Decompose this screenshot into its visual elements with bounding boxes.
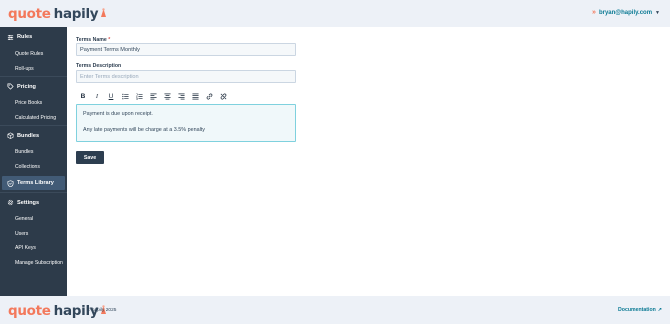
sidebar-item-roll-ups[interactable]: Roll-ups [0, 62, 67, 77]
main-content: Terms Name * Terms Description B I U [67, 27, 670, 296]
gear-icon [6, 199, 14, 207]
sidebar-section-label: Terms Library [17, 180, 54, 186]
link-button[interactable] [202, 92, 216, 101]
terms-rich-text-editor[interactable]: Payment is due upon receipt. Any late pa… [76, 104, 296, 142]
user-menu[interactable]: » bryan@hapily.com ▼ [592, 9, 660, 16]
sidebar-item-manage-subscription[interactable]: Manage Subscription [0, 256, 67, 271]
sidebar-section-bundles[interactable]: Bundles [0, 125, 67, 145]
numbered-list-icon [135, 93, 143, 100]
align-right-button[interactable] [174, 92, 188, 101]
footer: quote hapily © hapily 2025 Documentation… [0, 296, 670, 324]
sidebar-item-general[interactable]: General [0, 212, 67, 227]
sidebar-section-terms-library[interactable]: Terms Library [2, 176, 65, 190]
sidebar-item-quote-rules[interactable]: Quote Rules [0, 47, 67, 62]
unlink-icon [220, 93, 226, 100]
align-justify-icon [191, 93, 199, 100]
align-justify-button[interactable] [188, 92, 202, 101]
top-bar: quote hapily » bryan@hapily.com ▼ [0, 0, 670, 27]
align-center-icon [163, 93, 171, 100]
chevron-down-icon: ▼ [655, 9, 660, 16]
copyright-text: © hapily 2025 [87, 308, 117, 313]
align-left-button[interactable] [146, 92, 160, 101]
bold-button[interactable]: B [76, 92, 90, 101]
quote-hapily-logo[interactable]: quote hapily [8, 6, 107, 22]
sidebar-section-label: Rules [17, 34, 33, 40]
sidebar-section-label: Settings [17, 199, 40, 206]
underline-glyph: U [108, 93, 114, 100]
sidebar-section-label: Pricing [17, 83, 36, 90]
user-email: bryan@hapily.com [598, 9, 653, 16]
logo-word-hapily: hapily [53, 6, 99, 22]
terms-description-label: Terms Description [76, 63, 122, 69]
bold-glyph: B [80, 93, 86, 100]
sidebar-section-rules[interactable]: Rules [0, 27, 67, 47]
editor-toolbar: B I U [76, 92, 230, 101]
editor-line: Payment is due upon receipt. [83, 111, 153, 117]
underline-button[interactable]: U [104, 92, 118, 101]
link-icon [206, 93, 212, 100]
unlink-button[interactable] [216, 92, 230, 101]
sidebar-section-label: Bundles [17, 132, 40, 139]
shield-icon [6, 179, 14, 187]
sidebar-item-users[interactable]: Users [0, 227, 67, 242]
terms-name-input[interactable] [76, 43, 296, 56]
sidebar: Rules Quote Rules Roll-ups Pricing Price… [0, 27, 67, 296]
external-link-icon: ↗ [657, 307, 662, 313]
align-right-icon [177, 93, 185, 100]
sidebar-item-calculated-pricing[interactable]: Calculated Pricing [0, 111, 67, 126]
numbered-list-button[interactable] [132, 92, 146, 101]
bullet-list-icon [121, 93, 129, 100]
sidebar-section-pricing[interactable]: Pricing [0, 76, 67, 96]
logo-word-quote: quote [8, 6, 51, 22]
align-left-icon [149, 93, 157, 100]
sidebar-item-price-books[interactable]: Price Books [0, 96, 67, 111]
logo-mark-icon [100, 6, 107, 22]
sliders-icon [6, 33, 14, 41]
tag-icon [6, 83, 14, 91]
italic-button[interactable]: I [90, 92, 104, 101]
terms-description-input[interactable] [76, 70, 296, 83]
align-center-button[interactable] [160, 92, 174, 101]
hubspot-arrow-icon: » [592, 9, 596, 16]
sidebar-item-api-keys[interactable]: API Keys [0, 241, 67, 256]
documentation-link[interactable]: Documentation ↗ [618, 307, 662, 313]
sidebar-item-collections[interactable]: Collections [0, 160, 67, 175]
logo-word-quote: quote [8, 303, 51, 319]
editor-line: Any late payments will be charge at a 3.… [83, 127, 205, 133]
sidebar-section-settings[interactable]: Settings [0, 192, 67, 212]
box-icon [6, 132, 14, 140]
italic-glyph: I [95, 93, 99, 100]
bullet-list-button[interactable] [118, 92, 132, 101]
sidebar-item-bundles[interactable]: Bundles [0, 145, 67, 160]
save-button[interactable]: Save [76, 151, 104, 164]
documentation-link-label: Documentation [618, 307, 656, 313]
